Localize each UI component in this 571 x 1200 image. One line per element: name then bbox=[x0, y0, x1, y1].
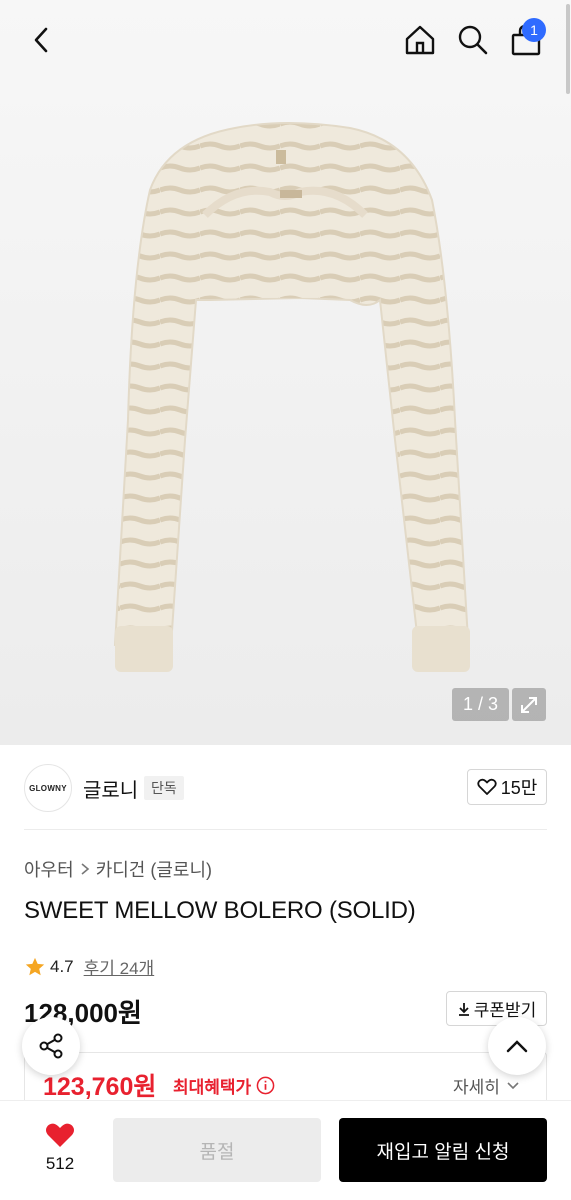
expand-button[interactable] bbox=[512, 688, 546, 721]
star-icon bbox=[25, 957, 45, 975]
bottom-action-bar: 512 품절 재입고 알림 신청 bbox=[0, 1100, 571, 1200]
home-icon bbox=[405, 25, 435, 55]
search-icon bbox=[458, 25, 488, 55]
brand-like-count: 15만 bbox=[500, 778, 538, 798]
brand-like-button[interactable]: 15만 bbox=[467, 769, 547, 805]
search-button[interactable] bbox=[451, 18, 495, 62]
heart-outline-icon bbox=[477, 778, 497, 795]
back-button[interactable] bbox=[20, 18, 64, 62]
chevron-up-icon bbox=[506, 1040, 528, 1053]
wishlist-count: 512 bbox=[45, 1154, 75, 1173]
divider bbox=[24, 829, 547, 830]
brand-row: GLOWNY 글로니 단독 15만 bbox=[24, 762, 547, 814]
product-title: SWEET MELLOW BOLERO (SOLID) bbox=[24, 897, 416, 924]
download-icon bbox=[458, 1002, 469, 1016]
chevron-left-icon bbox=[34, 27, 48, 53]
review-count-link[interactable]: 후기 24개 bbox=[84, 954, 155, 979]
breadcrumb-item-category[interactable]: 아우터 bbox=[24, 856, 74, 882]
scroll-top-button[interactable] bbox=[488, 1017, 546, 1075]
heart-filled-icon bbox=[46, 1123, 74, 1147]
benefit-detail-label: 자세히 bbox=[453, 1078, 500, 1097]
restock-alert-button[interactable]: 재입고 알림 신청 bbox=[339, 1118, 547, 1182]
brand-logo-text: GLOWNY bbox=[29, 783, 67, 793]
product-image-gallery[interactable]: 1 / 3 bbox=[0, 0, 571, 745]
brand-logo[interactable]: GLOWNY bbox=[24, 764, 72, 812]
info-icon[interactable] bbox=[256, 1076, 275, 1095]
benefit-detail-toggle[interactable]: 자세히 bbox=[453, 1073, 520, 1098]
rating-score: 4.7 bbox=[50, 956, 74, 976]
image-pager: 1 / 3 bbox=[452, 688, 509, 721]
breadcrumb: 아우터 카디건 (글로니) bbox=[24, 856, 212, 882]
expand-icon bbox=[521, 696, 537, 713]
chevron-right-icon bbox=[81, 863, 89, 875]
coupon-label: 쿠폰받기 bbox=[473, 1001, 537, 1020]
cart-count-badge: 1 bbox=[522, 18, 546, 42]
wishlist-button[interactable]: 512 bbox=[30, 1121, 90, 1174]
share-button[interactable] bbox=[22, 1017, 80, 1075]
max-benefit-label-text: 최대혜택가 bbox=[173, 1078, 252, 1097]
pager-text: 1 / 3 bbox=[462, 694, 499, 714]
chevron-down-icon bbox=[507, 1081, 519, 1089]
brand-name-link[interactable]: 글로니 bbox=[83, 774, 138, 803]
exclusive-badge: 단독 bbox=[144, 776, 184, 800]
rating-row: 4.7 후기 24개 bbox=[24, 954, 154, 979]
home-button[interactable] bbox=[398, 18, 442, 62]
top-navigation: 1 bbox=[0, 0, 571, 80]
breadcrumb-item-subcategory[interactable]: 카디건 (글로니) bbox=[96, 856, 212, 882]
share-icon bbox=[39, 1033, 63, 1059]
product-image bbox=[113, 122, 470, 672]
max-benefit-label: 최대혜택가 bbox=[173, 1073, 275, 1098]
soldout-button: 품절 bbox=[113, 1118, 321, 1182]
